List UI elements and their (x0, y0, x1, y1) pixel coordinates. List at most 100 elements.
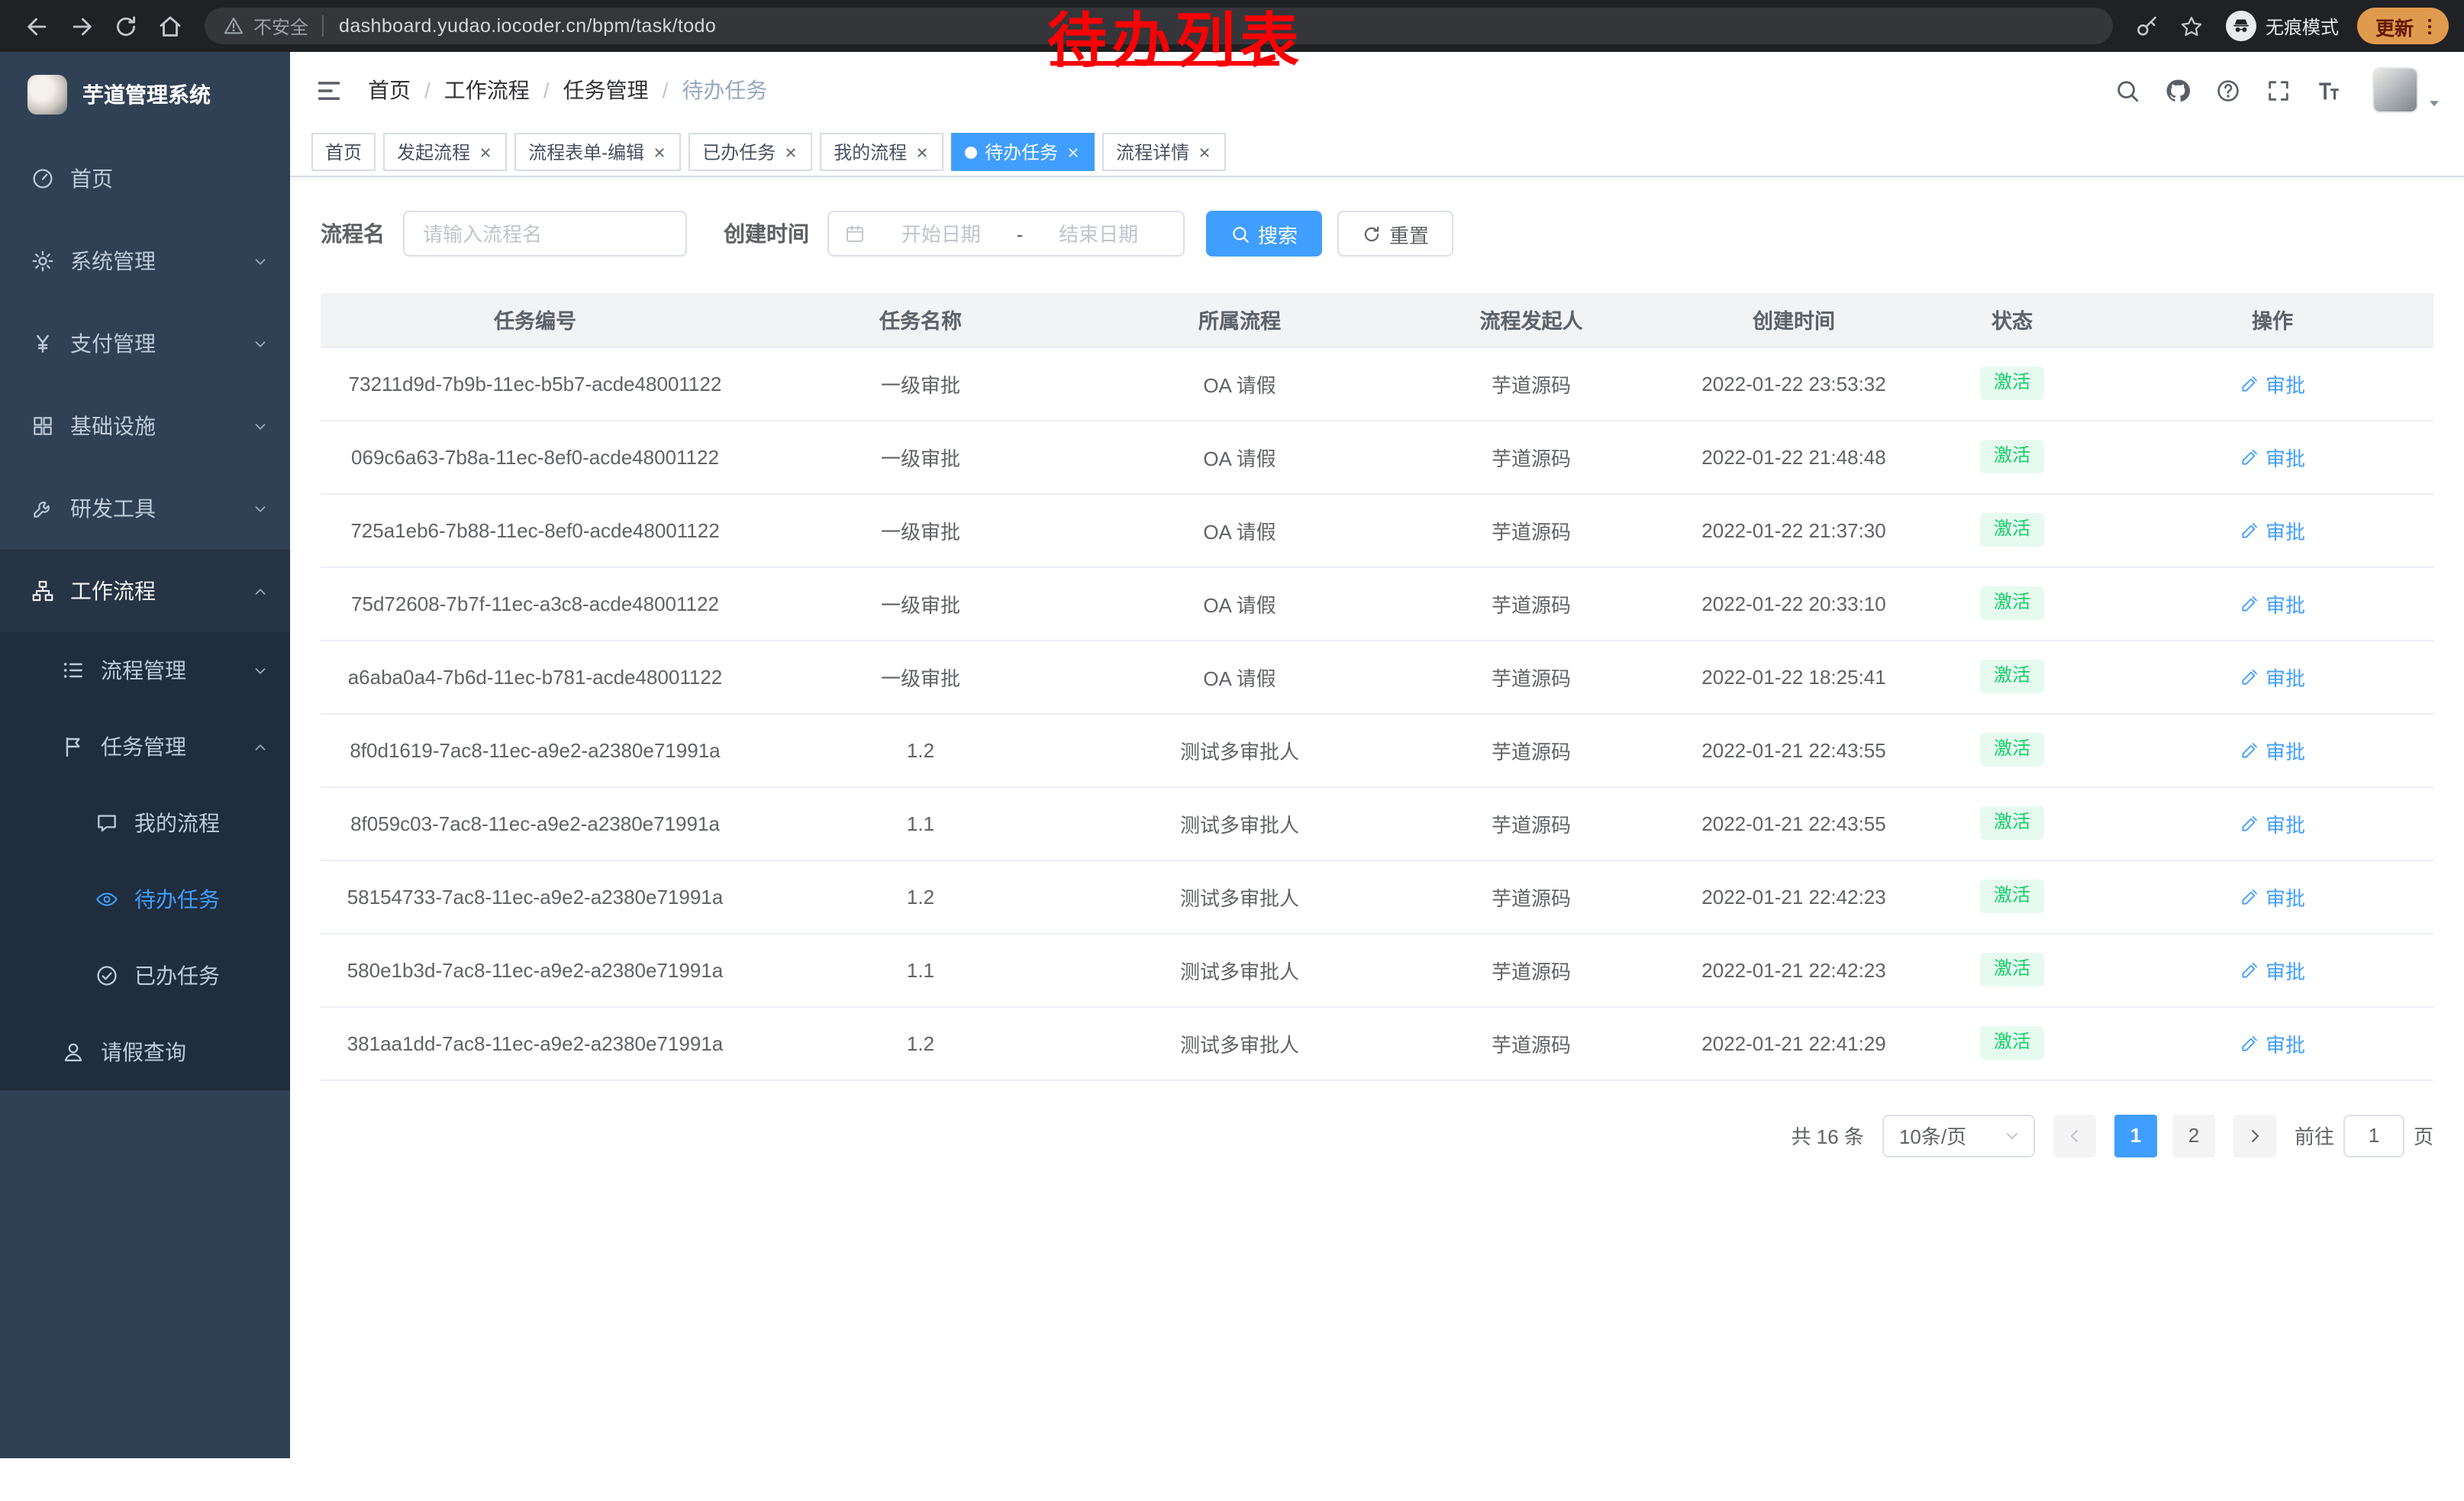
task-id: 58154733-7ac8-11ec-a9e2-a2380e71991a (321, 860, 750, 933)
chevron-right-icon (2246, 1126, 2264, 1144)
sidebar-menu: 首页 系统管理 支付管理 (0, 137, 290, 1090)
sidebar-item[interactable]: 系统管理 (0, 220, 290, 302)
page-size-select[interactable]: 10条/页 (1882, 1114, 2035, 1157)
fullscreen-icon[interactable] (2266, 77, 2291, 103)
app-title: 芋道管理系统 (82, 79, 211, 110)
sidebar-item[interactable]: 基础设施 (0, 385, 290, 467)
kebab-icon[interactable] (2418, 15, 2441, 37)
reload-icon[interactable] (113, 13, 139, 39)
tab[interactable]: 已办任务 (689, 133, 812, 171)
approve-link[interactable]: 审批 (2240, 515, 2305, 544)
tab-label: 发起流程 (397, 139, 470, 165)
tab-label: 首页 (325, 139, 362, 165)
page-number-button[interactable]: 1 (2114, 1114, 2157, 1157)
approve-link[interactable]: 审批 (2240, 589, 2305, 618)
approve-link-label: 审批 (2266, 809, 2305, 838)
approve-link[interactable]: 审批 (2240, 809, 2305, 838)
process-starter: 芋道源码 (1388, 567, 1675, 640)
prev-page-button[interactable] (2053, 1114, 2096, 1157)
approve-link[interactable]: 审批 (2240, 882, 2305, 911)
tab[interactable]: 首页 (311, 133, 376, 171)
breadcrumb-item[interactable]: 待办任务 (649, 75, 768, 105)
check-circle-icon (95, 964, 119, 988)
task-id: 75d72608-7b7f-11ec-a3c8-acde48001122 (321, 567, 750, 640)
approve-link[interactable]: 审批 (2240, 442, 2305, 471)
sidebar-item[interactable]: 待办任务 (0, 861, 290, 938)
sidebar-item[interactable]: 工作流程 (0, 550, 290, 632)
breadcrumb-item[interactable]: 工作流程 (411, 75, 530, 105)
tab[interactable]: 流程详情 (1102, 133, 1226, 171)
breadcrumb-item[interactable]: 任务管理 (530, 75, 649, 105)
sidebar-item[interactable]: 任务管理 (0, 709, 290, 785)
tab[interactable]: 发起流程 (383, 133, 507, 171)
breadcrumb-item[interactable]: 首页 (368, 75, 411, 105)
fontsize-icon[interactable] (2316, 77, 2342, 103)
end-date-input[interactable] (1029, 222, 1168, 245)
process-starter: 芋道源码 (1388, 493, 1675, 567)
close-icon[interactable] (478, 144, 493, 160)
github-icon[interactable] (2165, 77, 2191, 103)
chevron-down-icon (252, 335, 269, 352)
task-id: 8f059c03-7ac8-11ec-a9e2-a2380e71991a (321, 786, 750, 860)
sidebar-item[interactable]: 首页 (0, 137, 290, 220)
next-page-button[interactable] (2233, 1114, 2276, 1157)
process-starter: 芋道源码 (1388, 347, 1675, 420)
task-name: 1.1 (750, 786, 1092, 860)
refresh-icon (1362, 224, 1382, 244)
close-icon[interactable] (783, 144, 798, 160)
process-starter: 芋道源码 (1388, 786, 1675, 860)
table-row: 58154733-7ac8-11ec-a9e2-a2380e71991a 1.2… (321, 860, 2433, 933)
search-icon[interactable] (2114, 77, 2140, 103)
edit-icon (2240, 886, 2259, 906)
tab[interactable]: 待办任务 (951, 133, 1095, 171)
sidebar-item[interactable]: 我的流程 (0, 785, 290, 861)
star-icon[interactable] (2179, 13, 2204, 39)
sidebar-item[interactable]: 支付管理 (0, 302, 290, 385)
todo-task-table: 任务编号 任务名称 所属流程 流程发起人 创建时间 状态 (321, 293, 2433, 1080)
search-button[interactable]: 搜索 (1206, 211, 1322, 257)
tab-label: 流程详情 (1116, 139, 1189, 165)
tab[interactable]: 我的流程 (820, 133, 943, 171)
sidebar-item[interactable]: 请假查询 (0, 1014, 290, 1090)
sidebar-item[interactable]: 研发工具 (0, 467, 290, 550)
forward-icon[interactable] (69, 13, 95, 39)
reset-button[interactable]: 重置 (1337, 211, 1453, 257)
date-range-picker[interactable]: - (827, 211, 1185, 257)
tab[interactable]: 流程表单-编辑 (514, 133, 681, 171)
close-icon[interactable] (1197, 144, 1212, 160)
question-icon[interactable] (2215, 77, 2241, 103)
sidebar-item-label: 请假查询 (101, 1037, 186, 1067)
collapse-icon[interactable] (314, 76, 343, 105)
process-starter: 芋道源码 (1388, 713, 1675, 786)
home-icon[interactable] (157, 13, 183, 39)
user-icon (61, 1040, 85, 1064)
address-bar[interactable]: 不安全 dashboard.yudao.iocoder.cn/bpm/task/… (205, 8, 2113, 44)
sidebar-item[interactable]: 流程管理 (0, 632, 290, 709)
start-date-input[interactable] (872, 222, 1011, 245)
update-button[interactable]: 更新 (2357, 8, 2449, 44)
close-icon[interactable] (1066, 144, 1081, 160)
separator (322, 15, 324, 37)
task-id: a6aba0a4-7b6d-11ec-b781-acde48001122 (321, 640, 750, 713)
page-number-button[interactable]: 2 (2172, 1114, 2215, 1157)
task-name: 一级审批 (750, 640, 1092, 713)
approve-link[interactable]: 审批 (2240, 662, 2305, 691)
close-icon[interactable] (652, 144, 667, 160)
menu-arrow (252, 170, 269, 187)
approve-link[interactable]: 审批 (2240, 369, 2305, 398)
table-row: 580e1b3d-7ac8-11ec-a9e2-a2380e71991a 1.1… (321, 933, 2433, 1006)
close-icon[interactable] (914, 144, 930, 160)
user-avatar[interactable] (2372, 67, 2418, 113)
sidebar-item[interactable]: 已办任务 (0, 938, 290, 1014)
back-icon[interactable] (24, 13, 50, 39)
approve-link-label: 审批 (2266, 1028, 2305, 1057)
approve-link[interactable]: 审批 (2240, 1028, 2305, 1057)
warning-icon (223, 15, 244, 37)
date-range-separator: - (1017, 222, 1024, 245)
approve-link[interactable]: 审批 (2240, 735, 2305, 764)
user-menu[interactable] (2372, 67, 2443, 113)
goto-page-input[interactable] (2343, 1114, 2404, 1157)
process-name-input[interactable] (403, 211, 687, 257)
approve-link[interactable]: 审批 (2240, 955, 2305, 984)
key-icon[interactable] (2134, 13, 2160, 39)
